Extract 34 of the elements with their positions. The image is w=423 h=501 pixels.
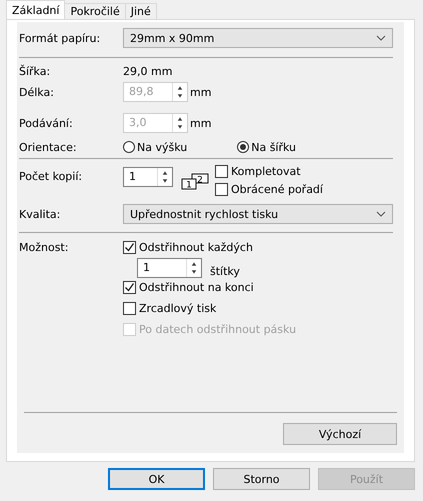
check-icon <box>124 282 135 293</box>
check-icon <box>124 242 135 253</box>
tab[interactable]: Základní <box>6 0 66 19</box>
radio-label[interactable]: Na výšku <box>137 140 188 154</box>
field-label: Formát papíru: <box>19 32 102 44</box>
dialog-button[interactable]: Storno <box>213 468 310 490</box>
paper-format-dropdown[interactable]: 29mm x 90mm <box>123 28 393 48</box>
default-button[interactable]: Výchozí <box>283 423 397 445</box>
unit-label: mm <box>190 86 212 98</box>
spin-field[interactable]: 1 <box>123 167 173 187</box>
unit-label: mm <box>190 116 212 130</box>
field-label: Podávání: <box>19 116 74 130</box>
checkbox[interactable]: Odstřihnout každých <box>123 241 296 254</box>
radio-button[interactable] <box>123 141 135 153</box>
chevron-down-icon <box>376 35 386 41</box>
width-value: 29,0 mm <box>123 64 172 78</box>
checkbox[interactable]: Odstřihnout na konci <box>123 281 296 294</box>
checkbox[interactable]: Obrácené pořadí <box>215 183 323 196</box>
quality-dropdown[interactable]: Upřednostnit rychlost tisku <box>123 204 393 224</box>
field-label: Možnost: <box>19 241 70 254</box>
radio-button[interactable] <box>237 141 250 153</box>
field-label: Počet kopií: <box>19 170 84 183</box>
checkbox[interactable]: Kompletovat <box>215 165 323 178</box>
field-label: Délka: <box>19 86 55 98</box>
spin-field[interactable]: 1 <box>137 258 202 278</box>
field-label: Kvalita: <box>19 208 62 220</box>
field-label: Orientace: <box>19 140 78 154</box>
tab[interactable]: Jiné <box>124 3 157 19</box>
dialog-button[interactable]: OK <box>108 468 205 490</box>
radio-label[interactable]: Na šířku <box>251 140 296 154</box>
checkbox[interactable]: Zrcadlový tisk <box>123 302 296 315</box>
field-label: Šířka: <box>19 64 52 78</box>
chevron-down-icon <box>376 211 386 217</box>
unit-label: štítky <box>210 265 240 278</box>
